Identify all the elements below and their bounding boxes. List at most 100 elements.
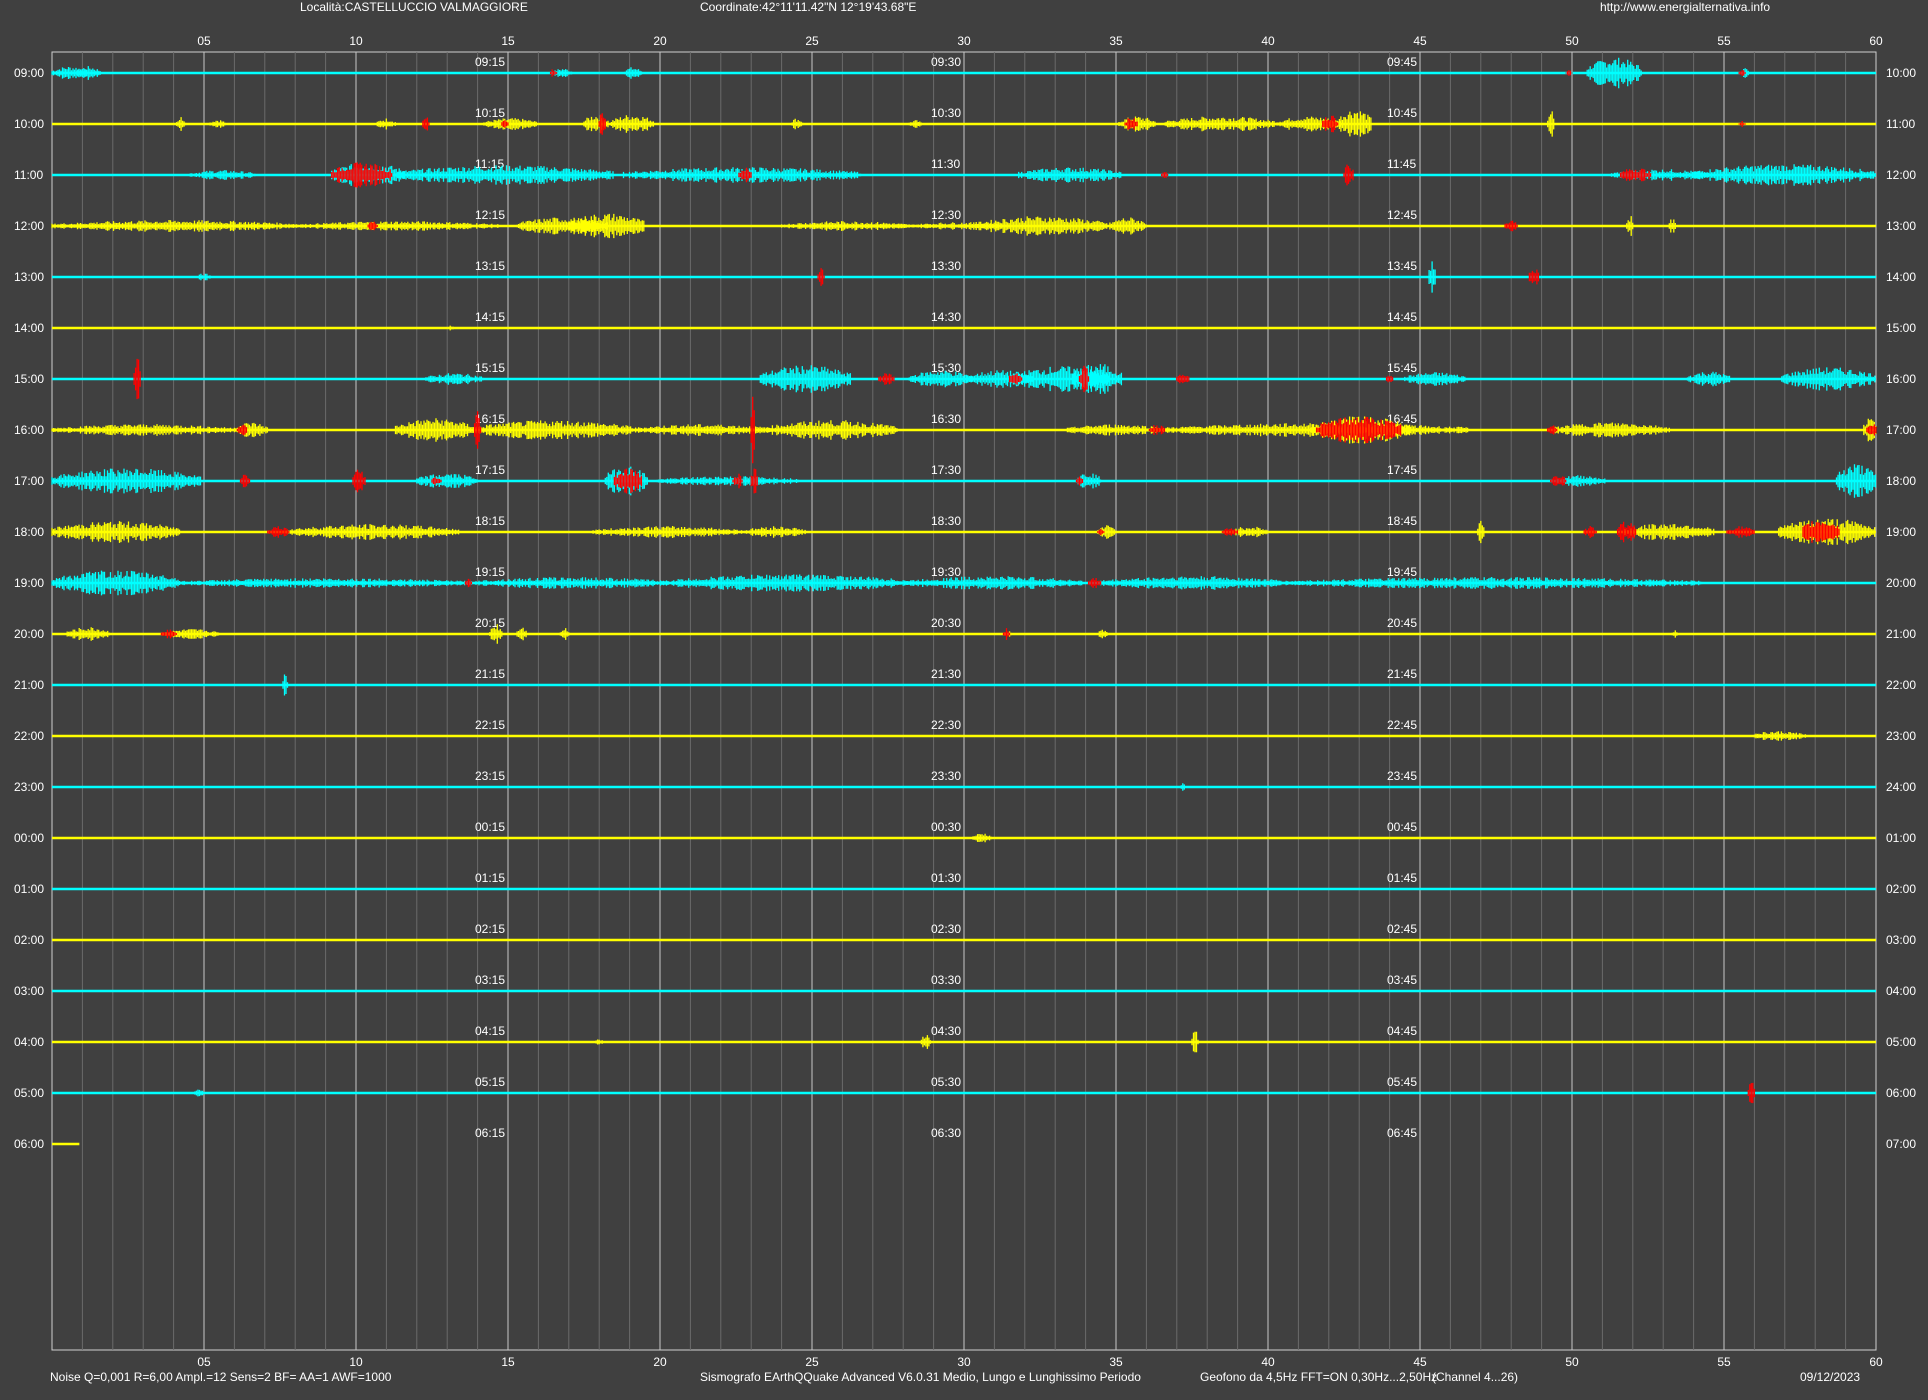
seismic-event [1160,172,1169,178]
x-tick-label: 60 [1869,1355,1883,1369]
quarter-hour-label: 00:45 [1387,820,1417,834]
quarter-hour-label: 14:30 [931,310,961,324]
quarter-hour-label: 11:30 [931,157,960,171]
quarter-hour-label: 03:45 [1387,973,1417,987]
row-hour-label-left: 09:00 [14,66,44,80]
quarter-hour-label: 12:45 [1387,208,1417,222]
quarter-hour-label: 20:15 [475,616,505,630]
x-tick-label: 15 [501,34,515,48]
row-hour-label-right: 16:00 [1886,372,1916,386]
quarter-hour-label: 14:15 [475,310,505,324]
quarter-hour-label: 01:45 [1387,871,1417,885]
quarter-hour-label: 04:15 [475,1024,505,1038]
quarter-hour-label: 09:45 [1387,55,1417,69]
row-hour-label-right: 06:00 [1886,1086,1916,1100]
row-hour-label-left: 23:00 [14,780,44,794]
row-hour-label-right: 07:00 [1886,1137,1916,1151]
row-hour-label-left: 22:00 [14,729,44,743]
quarter-hour-label: 05:30 [931,1075,961,1089]
quarter-hour-label: 06:15 [475,1126,505,1140]
quarter-hour-label: 15:15 [475,361,505,375]
row-hour-label-left: 14:00 [14,321,44,335]
row-hour-label-left: 20:00 [14,627,44,641]
row-hour-label-left: 01:00 [14,882,44,896]
quarter-hour-label: 02:15 [475,922,505,936]
quarter-hour-label: 18:30 [931,514,961,528]
x-tick-label: 40 [1261,34,1275,48]
row-hour-label-left: 18:00 [14,525,44,539]
quarter-hour-label: 13:30 [931,259,961,273]
quarter-hour-label: 05:45 [1387,1075,1417,1089]
x-tick-label: 20 [653,1355,667,1369]
x-tick-label: 45 [1413,34,1427,48]
quarter-hour-label: 03:15 [475,973,505,987]
quarter-hour-label: 13:15 [475,259,505,273]
row-hour-label-right: 19:00 [1886,525,1916,539]
x-tick-label: 55 [1717,34,1731,48]
quarter-hour-label: 22:45 [1387,718,1417,732]
quarter-hour-label: 14:45 [1387,310,1417,324]
quarter-hour-label: 05:15 [475,1075,505,1089]
row-hour-label-right: 21:00 [1886,627,1916,641]
quarter-hour-label: 17:30 [931,463,961,477]
location-label: Località:CASTELLUCCIO VALMAGGIORE [300,0,528,14]
quarter-hour-label: 15:45 [1387,361,1417,375]
quarter-hour-label: 19:45 [1387,565,1417,579]
quarter-hour-label: 18:45 [1387,514,1417,528]
row-hour-label-left: 06:00 [14,1137,44,1151]
quarter-hour-label: 09:15 [475,55,505,69]
row-hour-label-right: 20:00 [1886,576,1916,590]
coordinates-label: Coordinate:42°11'11.42"N 12°19'43.68"E [700,0,916,14]
quarter-hour-label: 21:45 [1387,667,1417,681]
row-hour-label-right: 18:00 [1886,474,1916,488]
x-tick-label: 10 [349,1355,363,1369]
x-tick-label: 35 [1109,34,1123,48]
row-hour-label-right: 14:00 [1886,270,1916,284]
quarter-hour-label: 20:45 [1387,616,1417,630]
x-tick-label: 25 [805,34,819,48]
seismic-event [422,117,430,131]
row-hour-label-right: 15:00 [1886,321,1916,335]
quarter-hour-label: 20:30 [931,616,961,630]
quarter-hour-label: 06:45 [1387,1126,1417,1140]
quarter-hour-label: 06:30 [931,1126,961,1140]
quarter-hour-label: 18:15 [475,514,505,528]
x-tick-label: 45 [1413,1355,1427,1369]
row-hour-label-right: 22:00 [1886,678,1916,692]
seismic-event [1747,1082,1755,1104]
quarter-hour-label: 12:30 [931,208,961,222]
quarter-hour-label: 22:15 [475,718,505,732]
quarter-hour-label: 01:30 [931,871,961,885]
x-tick-label: 55 [1717,1355,1731,1369]
row-hour-label-right: 05:00 [1886,1035,1916,1049]
x-tick-label: 50 [1565,1355,1579,1369]
quarter-hour-label: 03:30 [931,973,961,987]
row-hour-label-right: 23:00 [1886,729,1916,743]
quarter-hour-label: 10:45 [1387,106,1417,120]
row-hour-label-left: 15:00 [14,372,44,386]
row-hour-label-left: 02:00 [14,933,44,947]
quarter-hour-label: 02:45 [1387,922,1417,936]
quarter-hour-label: 10:30 [931,106,961,120]
row-hour-label-right: 11:00 [1886,117,1915,131]
quarter-hour-label: 00:15 [475,820,505,834]
quarter-hour-label: 17:45 [1387,463,1417,477]
quarter-hour-label: 23:30 [931,769,961,783]
x-tick-label: 30 [957,1355,971,1369]
software-label: Sismografo EArthQQuake Advanced V6.0.31 … [700,1370,1141,1384]
quarter-hour-label: 16:30 [931,412,961,426]
seismic-burst [1191,1031,1199,1053]
quarter-hour-label: 19:30 [931,565,961,579]
quarter-hour-label: 12:15 [475,208,505,222]
helicorder-canvas: 05 10 15 20 25 30 35 40 45 50 55 60 05 10 15 20 25 30 35 4… [0,0,1928,1400]
x-tick-label: 10 [349,34,363,48]
quarter-hour-label: 17:15 [475,463,505,477]
row-hour-label-right: 12:00 [1886,168,1916,182]
quarter-hour-label: 21:15 [475,667,505,681]
row-hour-label-left: 11:00 [14,168,43,182]
x-tick-label: 20 [653,34,667,48]
row-hour-label-left: 03:00 [14,984,44,998]
website-label: http://www.energialternativa.info [1600,0,1770,14]
x-tick-label: 60 [1869,34,1883,48]
row-hour-label-left: 04:00 [14,1035,44,1049]
